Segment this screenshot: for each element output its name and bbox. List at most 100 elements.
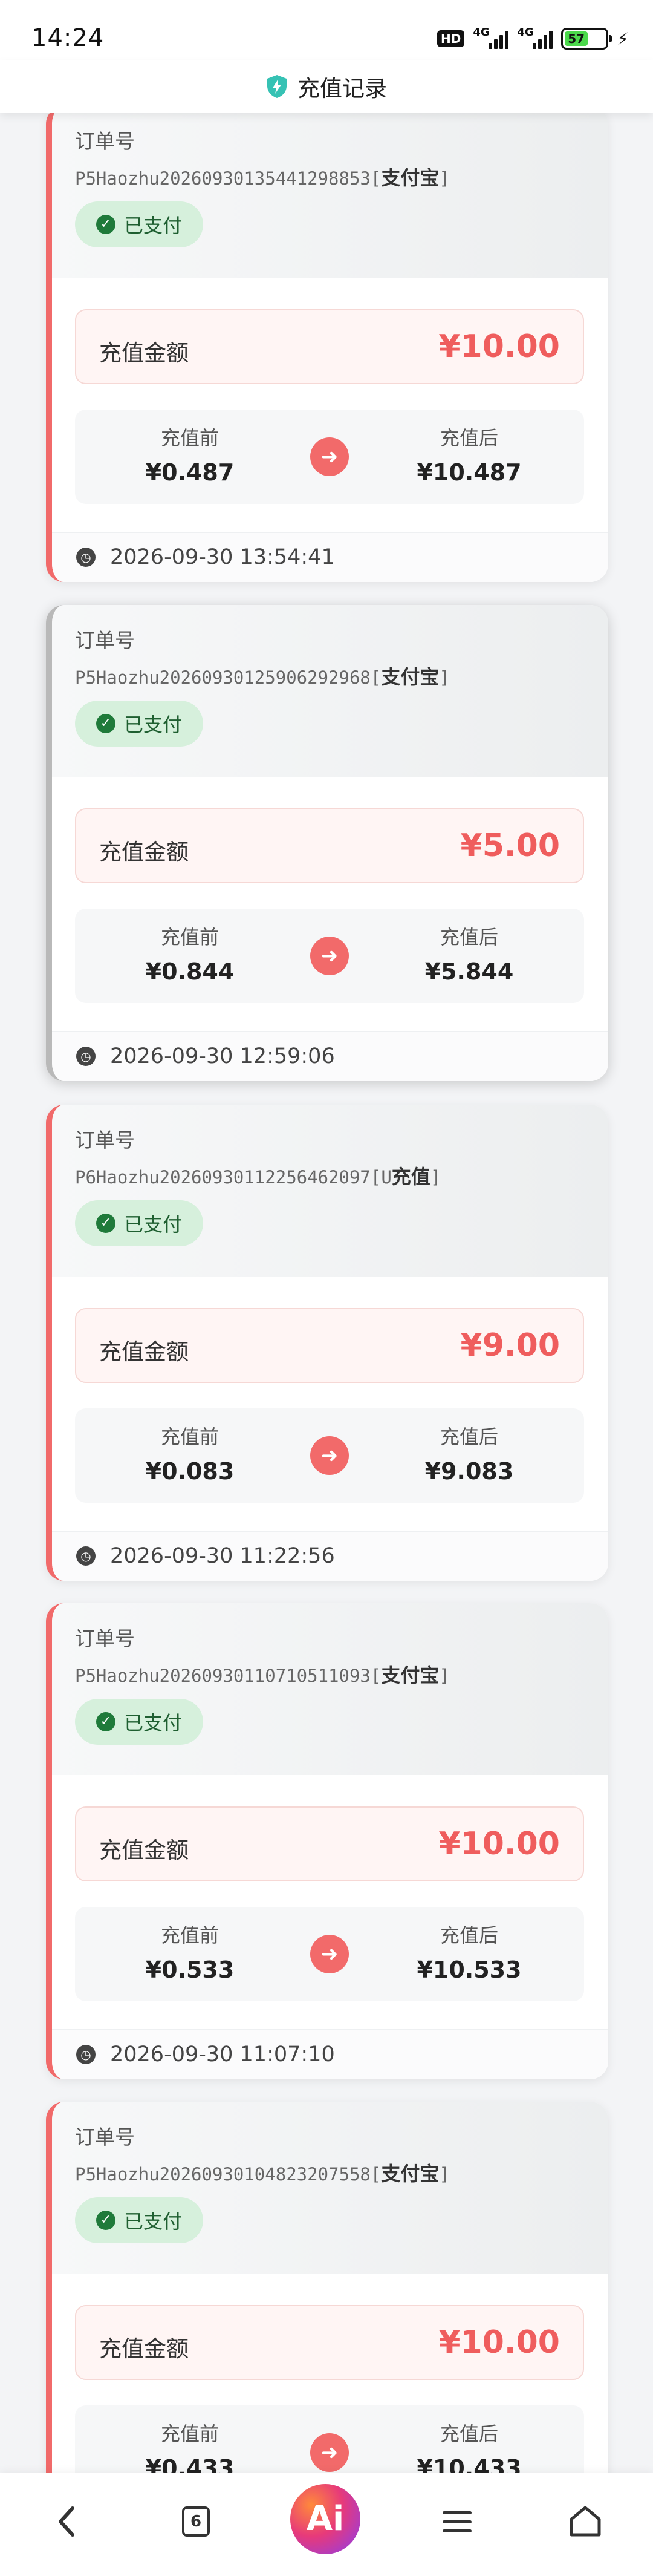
balance-after: 充值后 ¥10.533 [391,1920,548,1983]
clock-icon: ◷ [76,1047,96,1066]
menu-icon [443,2511,472,2514]
order-number: P5Haozhu20260930125906292968[支付宝] [75,665,450,688]
order-number-label: 订单号 [75,2125,135,2149]
card-header: 订单号 P5Haozhu20260930110710511093[支付宝] ✓ … [52,1603,608,1775]
amount-box: 充值金额 ¥9.00 [75,1308,584,1383]
balance-compare: 充值前 ¥0.083 ➜ 充值后 ¥9.083 [75,1408,584,1503]
battery-icon: 57 [561,28,612,50]
recharge-time: 2026-09-30 11:07:10 [110,2042,335,2067]
clock-icon: ◷ [76,1546,96,1566]
balance-before-label: 充值前 [160,926,219,949]
signal-icon: 4G [473,26,509,49]
status-text: 已支付 [123,713,182,736]
battery-level: 57 [565,31,588,46]
shield-bolt-icon [267,75,287,98]
order-number-label: 订单号 [75,129,135,153]
balance-before-value: ¥0.487 [145,459,235,486]
order-number: P6Haozhu20260930112256462097[U充值] [75,1165,441,1188]
recharge-card[interactable]: 订单号 P5Haozhu20260930104823207558[支付宝] ✓ … [46,2102,608,2473]
back-button[interactable] [42,2497,91,2546]
balance-compare: 充值前 ¥0.533 ➜ 充值后 ¥10.533 [75,1907,584,2001]
status-badge: ✓ 已支付 [75,1200,203,1246]
network-type: 4G [473,26,490,39]
card-header: 订单号 P6Haozhu20260930112256462097[U充值] ✓ … [52,1105,608,1277]
card-footer: ◷ 2026-09-30 11:07:10 [52,2029,608,2079]
order-number-label: 订单号 [75,629,135,652]
order-number: P5Haozhu20260930135441298853[支付宝] [75,166,450,189]
balance-after-label: 充值后 [440,1425,498,1448]
balance-compare: 充值前 ¥0.487 ➜ 充值后 ¥10.487 [75,410,584,504]
balance-before-value: ¥0.533 [145,1957,235,1983]
recharge-card[interactable]: 订单号 P5Haozhu20260930110710511093[支付宝] ✓ … [46,1603,608,2079]
amount-value: ¥5.00 [460,828,560,864]
payment-channel: 支付宝 [381,1664,440,1687]
balance-before-value: ¥0.083 [145,1458,235,1485]
ai-button[interactable]: Ai [290,2484,360,2554]
chevron-left-icon [59,2506,74,2537]
balance-after-value: ¥10.487 [417,459,522,486]
arrow-right-icon: ➜ [310,1436,349,1475]
amount-box: 充值金额 ¥10.00 [75,309,584,384]
balance-before: 充值前 ¥0.487 [111,423,268,486]
status-badge: ✓ 已支付 [75,2197,203,2243]
balance-after: 充值后 ¥9.083 [391,1422,548,1485]
amount-value: ¥10.00 [438,2324,560,2361]
check-icon: ✓ [96,1214,115,1233]
balance-compare: 充值前 ¥0.844 ➜ 充值后 ¥5.844 [75,909,584,1003]
card-header: 订单号 P5Haozhu20260930125906292968[支付宝] ✓ … [52,605,608,777]
check-icon: ✓ [96,2211,115,2230]
tabs-button[interactable]: 6 [172,2497,220,2546]
card-footer: ◷ 2026-09-30 11:22:56 [52,1531,608,1581]
clock-icon: ◷ [76,548,96,567]
home-button[interactable] [561,2497,609,2546]
recharge-time: 2026-09-30 11:22:56 [110,1544,335,1568]
balance-before-value: ¥0.433 [145,2455,235,2473]
recharge-record-list[interactable]: 订单号 P5Haozhu20260930135441298853[支付宝] ✓ … [0,113,653,2473]
arrow-right-icon: ➜ [310,937,349,975]
amount-value: ¥9.00 [460,1327,560,1364]
payment-channel: 支付宝 [381,2162,440,2185]
clock-icon: ◷ [76,2045,96,2064]
amount-label: 充值金额 [99,340,189,366]
balance-before-label: 充值前 [160,1924,219,1947]
title-bar: 充值记录 [0,60,653,113]
balance-before: 充值前 ¥0.083 [111,1422,268,1485]
balance-after-label: 充值后 [440,926,498,949]
card-header: 订单号 P5Haozhu20260930104823207558[支付宝] ✓ … [52,2102,608,2274]
balance-compare: 充值前 ¥0.433 ➜ 充值后 ¥10.433 [75,2405,584,2473]
amount-label: 充值金额 [99,1837,189,1863]
payment-channel: 支付宝 [381,665,440,688]
status-badge: ✓ 已支付 [75,701,203,747]
recharge-card[interactable]: 订单号 P5Haozhu20260930125906292968[支付宝] ✓ … [46,605,608,1081]
balance-after: 充值后 ¥10.487 [391,423,548,486]
amount-box: 充值金额 ¥5.00 [75,808,584,883]
status-badge: ✓ 已支付 [75,201,203,247]
status-icons: HD 4G 4G 57 ⚡ [437,25,629,52]
status-text: 已支付 [123,2210,182,2233]
tab-count: 6 [182,2506,210,2537]
card-footer: ◷ 2026-09-30 12:59:06 [52,1031,608,1081]
card-footer: ◷ 2026-09-30 13:54:41 [52,532,608,582]
balance-after: 充值后 ¥5.844 [391,922,548,985]
amount-value: ¥10.00 [438,1826,560,1862]
balance-before-value: ¥0.844 [145,958,235,985]
arrow-right-icon: ➜ [310,437,349,476]
balance-before: 充值前 ¥0.844 [111,922,268,985]
balance-after-value: ¥9.083 [424,1458,514,1485]
balance-after-label: 充值后 [440,427,498,449]
status-text: 已支付 [123,1213,182,1236]
status-text: 已支付 [123,1711,182,1734]
hd-icon: HD [437,30,465,47]
balance-after: 充值后 ¥10.433 [391,2419,548,2473]
recharge-time: 2026-09-30 12:59:06 [110,1044,335,1068]
balance-after-label: 充值后 [440,2422,498,2445]
home-icon [570,2506,601,2537]
balance-after-value: ¥10.433 [417,2455,522,2473]
page-title: 充值记录 [297,76,387,102]
recharge-card[interactable]: 订单号 P6Haozhu20260930112256462097[U充值] ✓ … [46,1105,608,1581]
payment-channel: 充值 [391,1165,430,1188]
menu-button[interactable] [433,2497,481,2546]
recharge-card[interactable]: 订单号 P5Haozhu20260930135441298853[支付宝] ✓ … [46,113,608,582]
status-text: 已支付 [123,214,182,237]
amount-value: ¥10.00 [438,329,560,365]
